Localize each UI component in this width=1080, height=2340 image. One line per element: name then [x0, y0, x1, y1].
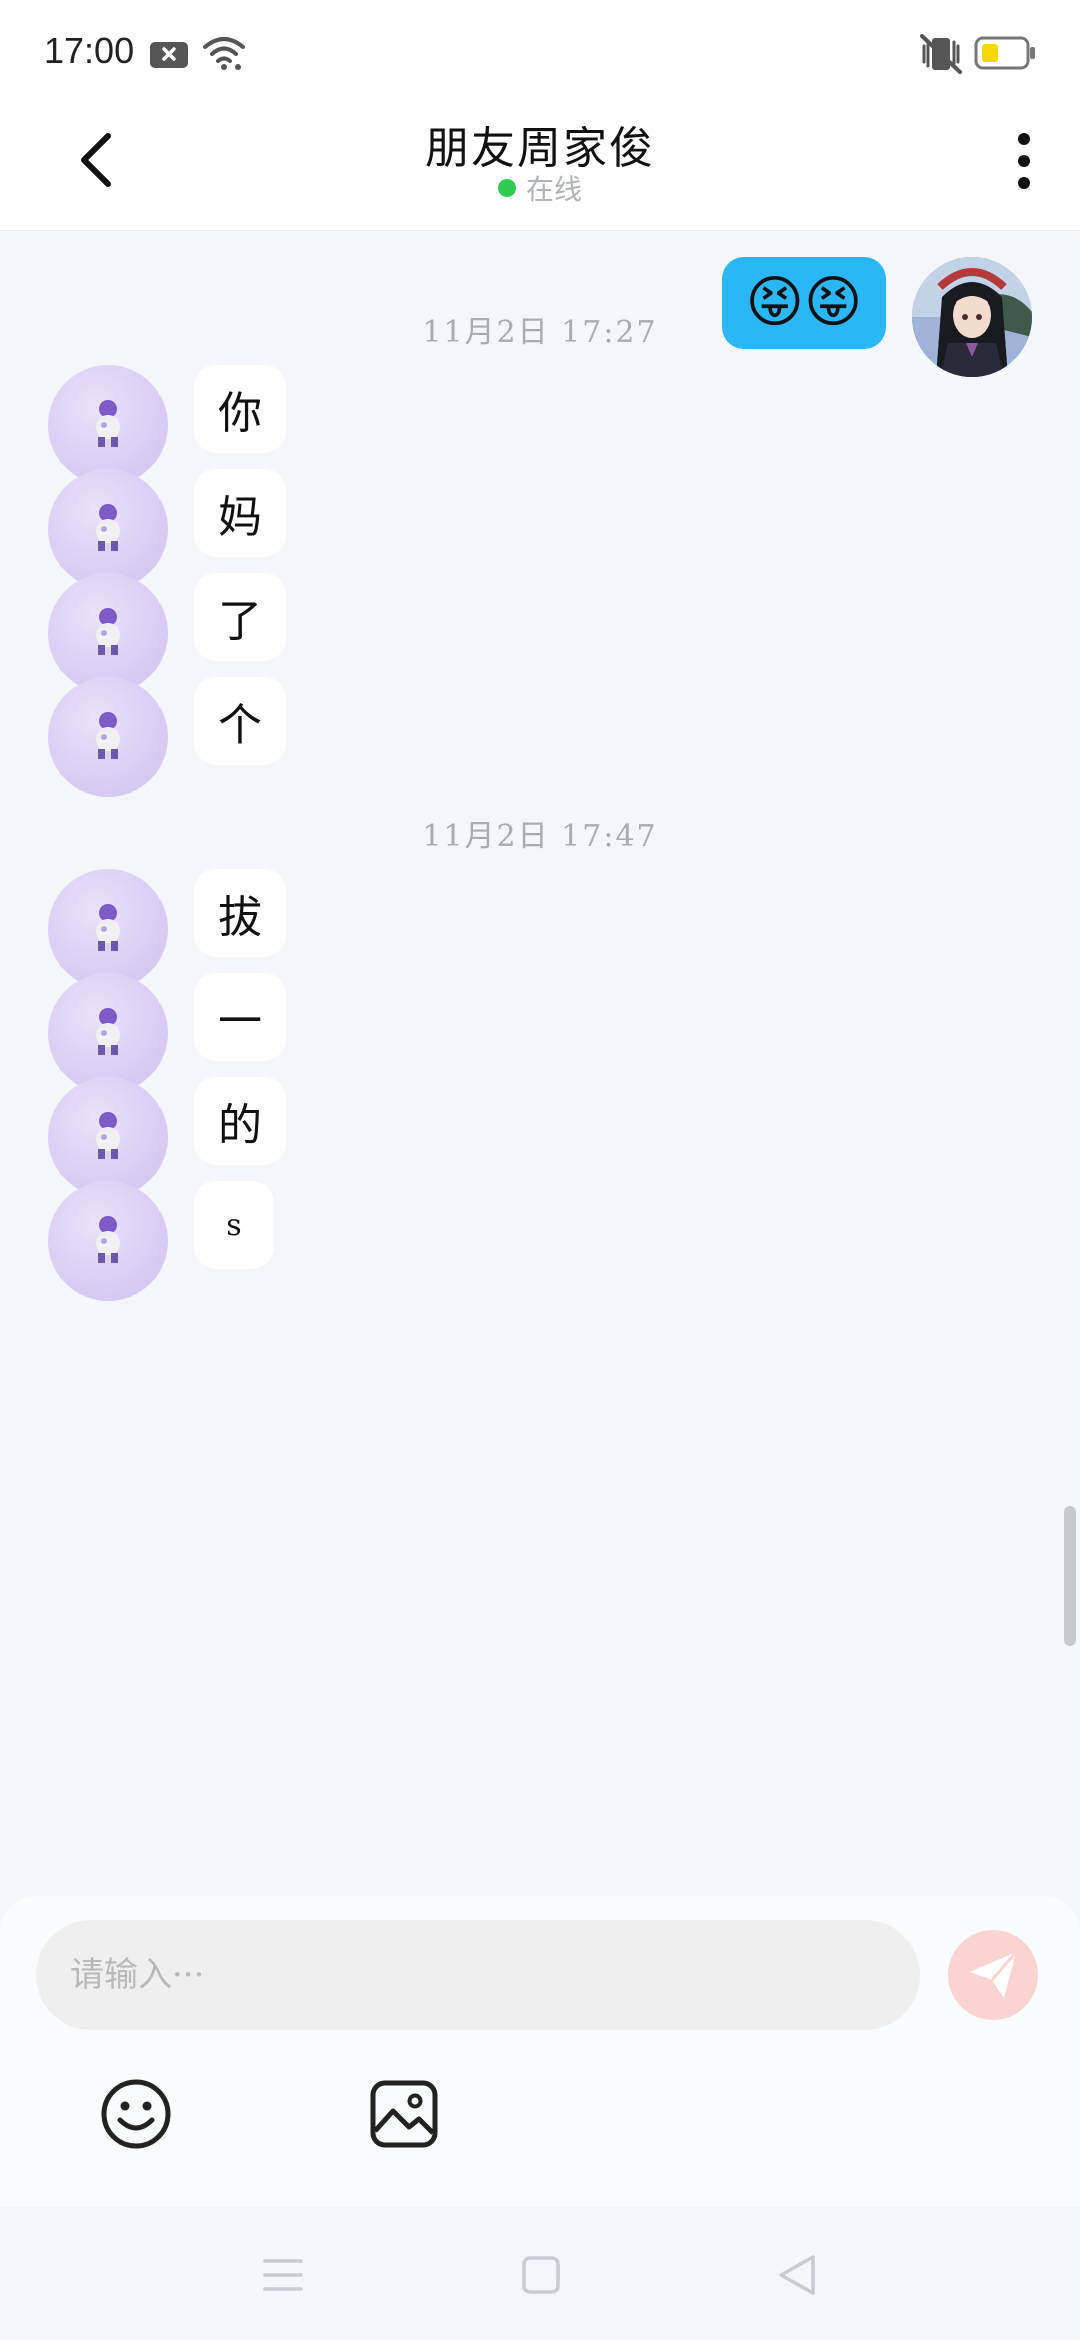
image-icon	[370, 2080, 438, 2148]
message-bubble[interactable]: 个	[194, 677, 286, 765]
friend-avatar[interactable]	[48, 469, 168, 589]
received-message: 妈	[48, 469, 286, 589]
message-bubble[interactable]: s	[194, 1181, 274, 1269]
friend-avatar[interactable]	[48, 973, 168, 1093]
image-button[interactable]	[364, 2074, 444, 2154]
friend-avatar[interactable]	[48, 1181, 168, 1301]
online-status-text: 在线	[525, 173, 582, 206]
received-message: 的	[48, 1077, 286, 1197]
message-bubble[interactable]: 的	[194, 1077, 286, 1165]
character-avatar-icon	[96, 608, 120, 655]
received-message: 拔	[48, 869, 286, 989]
back-icon	[779, 2255, 815, 2295]
friend-avatar[interactable]	[48, 1077, 168, 1197]
received-message: 一	[48, 973, 286, 1093]
online-dot	[497, 179, 516, 197]
emoji-button[interactable]	[96, 2074, 176, 2154]
friend-avatar[interactable]	[48, 573, 168, 693]
character-avatar-icon	[96, 904, 120, 951]
character-avatar-icon	[96, 712, 120, 759]
send-button[interactable]	[948, 1930, 1038, 2020]
emoji-icon	[101, 2079, 171, 2149]
received-message: s	[48, 1181, 274, 1301]
timestamp-1: 11月2日 17:27	[422, 315, 658, 350]
nav-back-button[interactable]	[762, 2240, 832, 2310]
scrollbar[interactable]	[1064, 1506, 1076, 1646]
online-status: 在线	[0, 168, 1080, 208]
received-message: 个	[48, 677, 286, 797]
status-bar: 17:00	[0, 0, 1080, 100]
home-icon	[522, 2256, 560, 2294]
chat-area[interactable]: 😝😝 11月2日 17:27 你 妈 了 个 11月2日 17:47 拔 一 的…	[0, 231, 1080, 1896]
friend-avatar[interactable]	[48, 677, 168, 797]
status-time: 17:00	[44, 30, 135, 71]
menu-button[interactable]	[248, 2240, 318, 2310]
character-avatar-icon	[96, 1112, 120, 1159]
message-bubble[interactable]: 拔	[194, 869, 286, 957]
more-vertical-icon	[1018, 133, 1030, 189]
timestamp-2: 11月2日 17:47	[422, 819, 658, 854]
notification-x-icon	[150, 40, 190, 74]
battery-icon	[974, 36, 1036, 74]
menu-icon	[263, 2259, 303, 2291]
received-message: 你	[48, 365, 286, 485]
character-avatar-icon	[96, 1216, 120, 1263]
message-bubble[interactable]: 了	[194, 573, 286, 661]
home-button[interactable]	[506, 2240, 576, 2310]
composer	[0, 1896, 1080, 2206]
friend-avatar[interactable]	[48, 869, 168, 989]
message-bubble[interactable]: 一	[194, 973, 286, 1061]
system-nav-bar	[0, 2206, 1080, 2340]
message-input[interactable]	[36, 1920, 920, 2030]
more-button[interactable]	[1004, 124, 1044, 198]
chat-header: 朋友周家俊 在线	[0, 100, 1080, 231]
vibrate-icon	[918, 34, 964, 78]
wifi-icon	[202, 34, 246, 76]
character-avatar-icon	[96, 400, 120, 447]
message-bubble[interactable]: 妈	[194, 469, 286, 557]
friend-avatar[interactable]	[48, 365, 168, 485]
character-avatar-icon	[96, 1008, 120, 1055]
character-avatar-icon	[96, 504, 120, 551]
chat-title: 朋友周家俊	[425, 123, 655, 174]
received-message: 了	[48, 573, 286, 693]
send-icon	[970, 1951, 1018, 1998]
message-bubble[interactable]: 你	[194, 365, 286, 453]
